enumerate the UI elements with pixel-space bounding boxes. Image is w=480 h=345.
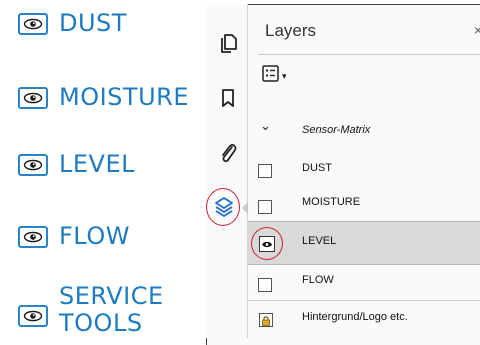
legend-label: SERVICE TOOLS xyxy=(59,283,164,337)
visibility-toggle[interactable] xyxy=(258,278,272,292)
bookmark-icon[interactable] xyxy=(219,87,237,109)
layer-row-background[interactable]: Hintergrund/Logo etc. xyxy=(248,300,480,334)
legend-label: FLOW xyxy=(59,222,130,250)
attachment-icon[interactable] xyxy=(216,140,240,166)
legend-label: DUST xyxy=(59,9,127,37)
eye-icon xyxy=(18,305,48,327)
eye-icon xyxy=(18,86,48,109)
legend-label: LEVEL xyxy=(59,150,135,178)
highlight-circle xyxy=(251,227,283,260)
visibility-toggle[interactable] xyxy=(258,164,272,178)
layer-label: MOISTURE xyxy=(302,196,361,208)
eye-icon xyxy=(18,153,48,176)
layer-row-moisture[interactable]: MOISTURE xyxy=(248,186,480,220)
legend-item-service-tools: SERVICE TOOLS xyxy=(18,283,164,337)
legend-label-line2: TOOLS xyxy=(59,309,143,337)
list-options-icon xyxy=(262,65,279,87)
close-icon[interactable]: × xyxy=(474,22,480,38)
legend-label-line1: SERVICE xyxy=(59,282,164,310)
legend-item-moisture: MOISTURE xyxy=(18,84,189,111)
eye-icon xyxy=(18,225,48,248)
legend-item-level: LEVEL xyxy=(18,151,135,178)
options-button[interactable]: ▾ xyxy=(262,65,287,87)
layer-label: LEVEL xyxy=(302,235,337,247)
layers-icon[interactable] xyxy=(212,194,236,220)
layer-label: DUST xyxy=(302,162,332,174)
panel-title: Layers xyxy=(265,21,317,40)
chevron-down-icon[interactable]: ⌄ xyxy=(260,118,271,134)
pages-icon[interactable] xyxy=(217,31,239,55)
visibility-toggle[interactable] xyxy=(258,200,272,214)
layer-group-row[interactable]: ⌄ Sensor-Matrix xyxy=(248,114,480,148)
divider xyxy=(258,54,480,55)
layer-label: Hintergrund/Logo etc. xyxy=(302,311,408,323)
layer-row-dust[interactable]: DUST xyxy=(248,150,480,184)
legend-label: MOISTURE xyxy=(59,83,189,111)
chevron-down-icon: ▾ xyxy=(282,70,287,81)
layer-row-flow[interactable]: FLOW xyxy=(248,266,480,300)
eye-icon xyxy=(18,12,48,35)
legend-item-flow: FLOW xyxy=(18,223,130,250)
lock-icon[interactable] xyxy=(259,313,273,327)
legend-item-dust: DUST xyxy=(18,10,127,37)
layer-label: FLOW xyxy=(302,274,334,286)
group-label: Sensor-Matrix xyxy=(302,124,371,136)
